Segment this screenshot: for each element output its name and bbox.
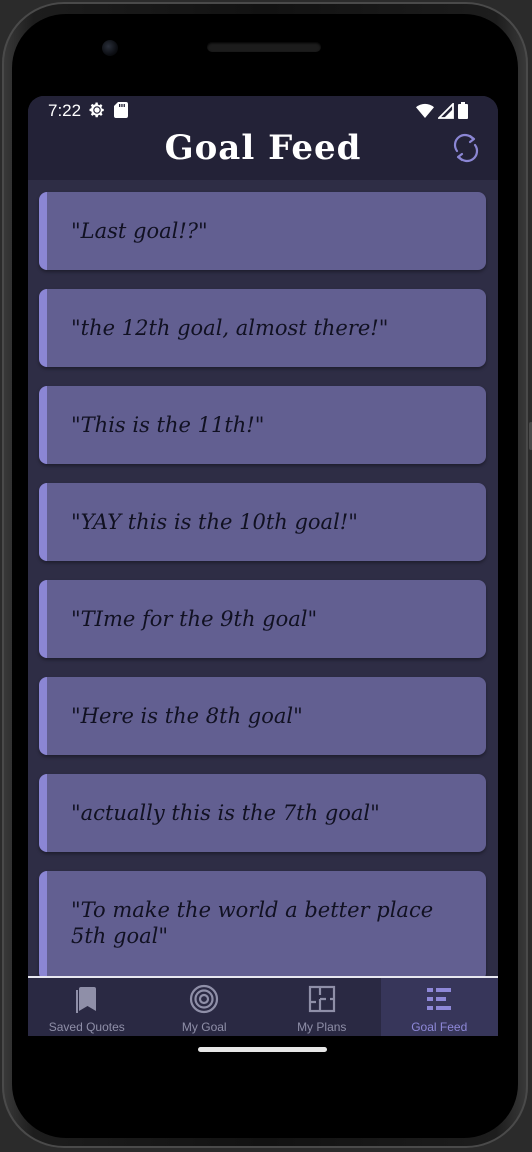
goal-quote-text: "To make the world a better place 5th go… — [71, 898, 434, 948]
wifi-icon — [416, 103, 434, 124]
signal-icon — [436, 101, 454, 124]
goal-card[interactable]: "Last goal!?" — [39, 192, 486, 270]
page-title: Goal Feed — [164, 128, 362, 168]
status-time: 7:22 — [48, 101, 82, 120]
goal-quote-text: "Last goal!?" — [71, 219, 208, 243]
nav-item-saved-quotes[interactable]: Saved Quotes — [28, 978, 146, 1036]
refresh-button[interactable] — [450, 132, 482, 164]
bottom-navigation: Saved Quotes My Goal My Plans Goal Feed — [28, 976, 498, 1036]
goal-card[interactable]: "TIme for the 9th goal" — [39, 580, 486, 658]
sd-card-icon — [114, 102, 128, 123]
refresh-icon — [453, 133, 479, 163]
goal-card[interactable]: "To make the world a better place 5th go… — [39, 871, 486, 976]
nav-item-my-goal[interactable]: My Goal — [146, 978, 264, 1036]
status-bar: 7:22 — [28, 96, 498, 126]
app-screen: 7:22 Goal Feed "Last goal!?" "the 12th g… — [28, 96, 498, 1036]
app-bar: Goal Feed — [28, 126, 498, 180]
goal-quote-text: "YAY this is the 10th goal!" — [71, 510, 358, 534]
goal-card[interactable]: "This is the 11th!" — [39, 386, 486, 464]
home-indicator[interactable] — [198, 1047, 327, 1052]
goal-quote-text: "TIme for the 9th goal" — [71, 607, 318, 631]
gear-icon — [88, 101, 106, 124]
goal-quote-text: "Here is the 8th goal" — [71, 704, 303, 728]
nav-label: My Plans — [297, 1020, 347, 1034]
feed-list-icon — [427, 988, 452, 1010]
earpiece-speaker — [207, 42, 321, 52]
goal-card[interactable]: "actually this is the 7th goal" — [39, 774, 486, 852]
front-camera — [102, 40, 118, 56]
goal-quote-text: "actually this is the 7th goal" — [71, 801, 380, 825]
target-icon — [190, 984, 219, 1014]
nav-item-my-plans[interactable]: My Plans — [263, 978, 381, 1036]
battery-icon — [458, 102, 468, 124]
goal-quote-text: "This is the 11th!" — [71, 413, 265, 437]
floor-plan-icon — [308, 985, 335, 1013]
goal-quote-text: "the 12th goal, almost there!" — [71, 316, 389, 340]
nav-label: Saved Quotes — [48, 1020, 125, 1034]
nav-label: My Goal — [181, 1020, 227, 1034]
nav-label: Goal Feed — [411, 1020, 468, 1034]
goal-feed-list[interactable]: "Last goal!?" "the 12th goal, almost the… — [28, 180, 498, 976]
goal-card[interactable]: "Here is the 8th goal" — [39, 677, 486, 755]
nav-item-goal-feed[interactable]: Goal Feed — [380, 978, 498, 1036]
goal-card[interactable]: "YAY this is the 10th goal!" — [39, 483, 486, 561]
goal-card[interactable]: "the 12th goal, almost there!" — [39, 289, 486, 367]
bookmark-icon — [75, 987, 96, 1013]
